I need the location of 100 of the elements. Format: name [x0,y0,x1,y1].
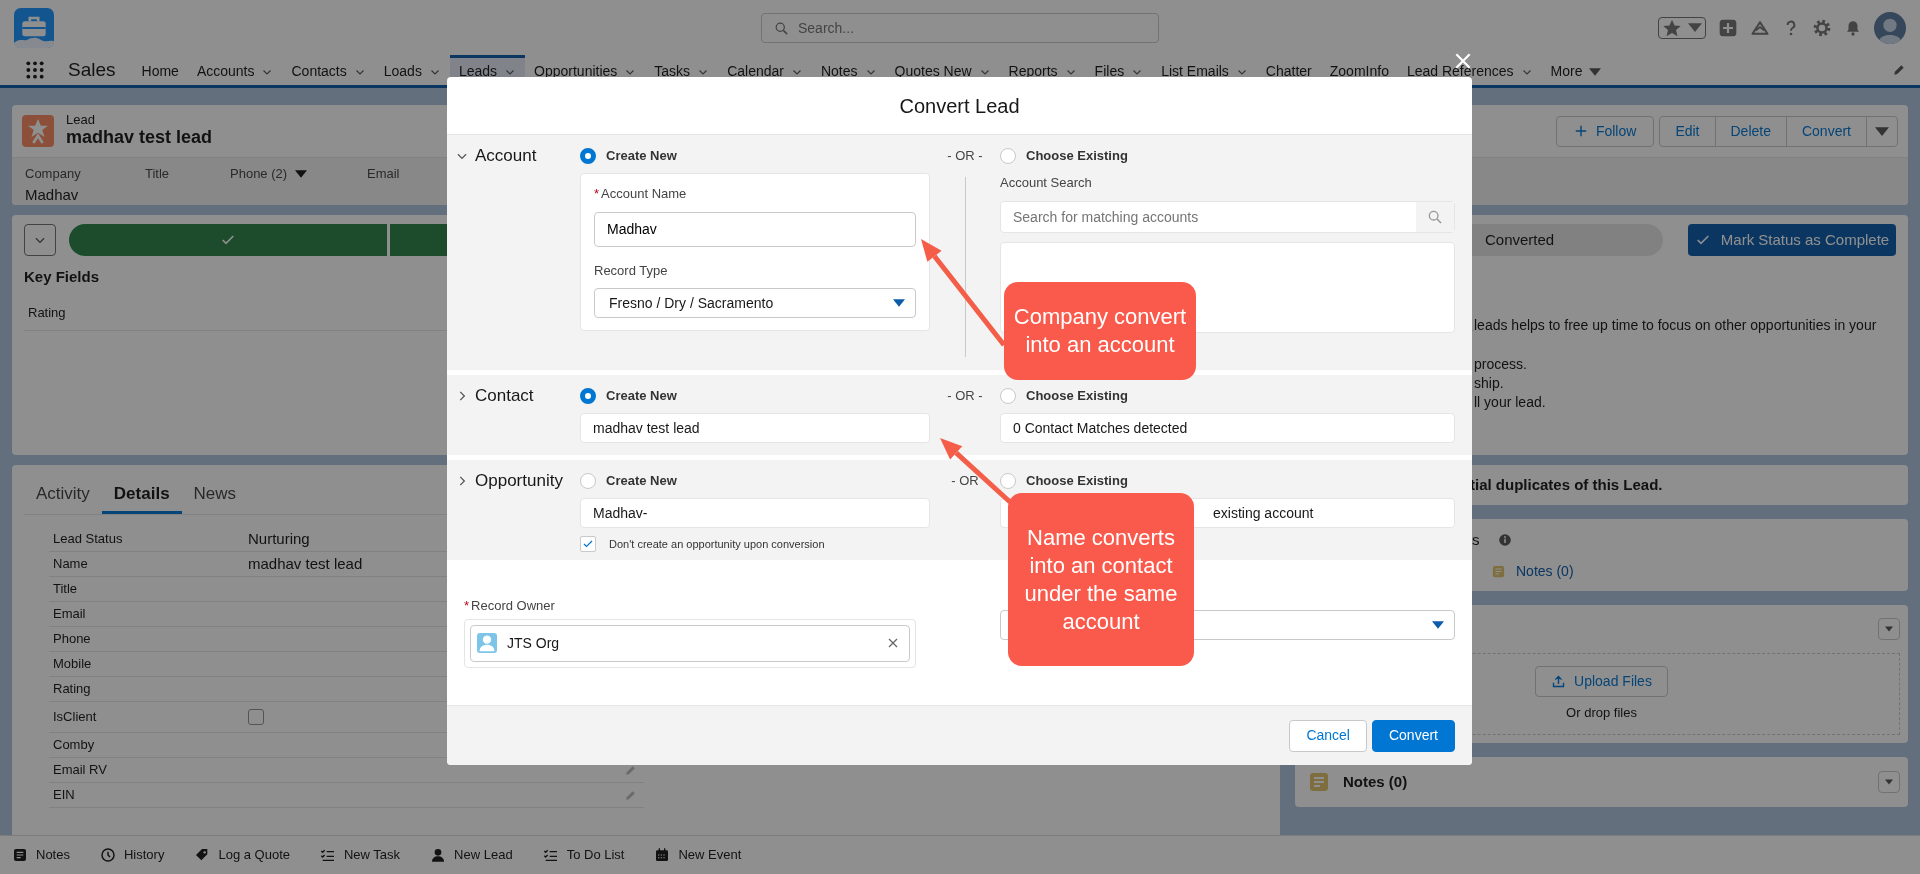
checkbox[interactable] [248,709,264,725]
caret-icon [1432,619,1444,631]
utility-item[interactable]: To Do List [538,845,637,865]
collapse-button[interactable] [24,224,56,256]
callout-arrow [940,438,1012,504]
global-search-field[interactable]: Search... [761,12,1159,43]
favorites-button[interactable] [1658,16,1706,39]
highlight-label: Company [25,165,81,183]
checklist-icon [542,847,559,863]
briefcase-logo-icon [14,7,54,48]
highlight-label: Title [145,165,170,183]
section-heading: Key Fields [24,267,100,287]
add-icon[interactable] [1718,17,1738,38]
record-type-select[interactable]: Fresno / Dry / Sacramento [594,288,916,318]
utility-item[interactable]: History [95,845,177,865]
record-title: madhav test lead [66,127,213,149]
field-label: Comby [53,736,96,755]
utility-item[interactable]: Notes [8,845,82,865]
section-title: Contact [475,385,534,408]
nav-tab[interactable]: Accounts [187,55,283,85]
nav-tab[interactable]: Home [132,55,188,85]
card-menu-button[interactable] [1878,771,1900,793]
nav-tab[interactable]: Loads [374,55,450,85]
or-separator: - OR - [947,147,983,165]
field-label: Record Owner [471,598,555,613]
radio-button[interactable] [1000,148,1016,164]
action-button[interactable]: Follow [1555,115,1655,147]
radio-label: Choose Existing [1026,387,1128,406]
radio-label: Create New [606,472,677,491]
caret-icon [1688,23,1702,32]
more-actions-button[interactable] [1866,115,1898,147]
clear-icon[interactable] [887,637,899,649]
edit-icon[interactable] [624,763,637,777]
lead-icon [22,115,54,147]
radio-button[interactable] [1000,473,1016,489]
caret-icon [1885,625,1893,633]
caret-icon [1875,126,1889,136]
app-name: Sales [68,57,116,82]
quick-link[interactable]: Notes (0) [1516,560,1574,582]
person-icon [430,847,447,863]
checklist-icon [320,847,336,863]
guidance-text: leads helps to free up time to focus on other opportunities in your [1474,316,1878,335]
checkbox-label: Don't create an opportunity upon conversion [609,537,825,552]
object-label: Lead [66,113,96,128]
note-icon [12,847,28,863]
card-heading: Notes (0) [1343,771,1408,792]
nav-tab[interactable]: Contacts [282,55,375,85]
guidance-text: ship. [1474,374,1505,393]
radio-button[interactable] [580,473,596,489]
avatar-icon[interactable] [1874,11,1906,44]
utility-item[interactable]: New Lead [426,845,525,865]
utility-item[interactable]: New Event [650,845,754,865]
field-label: Mobile [53,655,93,674]
nav-tab[interactable]: More [1541,55,1611,85]
upload-files-button[interactable]: Upload Files [1535,665,1668,697]
radio-button[interactable] [1000,388,1016,404]
account-name-field[interactable]: Madhav [594,211,916,247]
card-menu-button[interactable] [1878,618,1900,640]
card-heading: s [1472,530,1480,550]
drop-hint: Or drop files [1566,703,1637,722]
action-button[interactable]: Edit [1659,115,1716,147]
app-launcher-icon[interactable] [25,60,45,80]
clock-icon [99,847,116,863]
caret-icon [1885,778,1893,786]
detail-tab[interactable]: Activity [24,477,102,514]
record-owner-field[interactable]: JTS Org [470,624,910,662]
radio-label: Choose Existing [1026,147,1128,166]
detail-tab[interactable]: News [181,477,249,514]
mark-complete-button[interactable]: Mark Status as Complete [1688,224,1896,256]
field-label: Lead Status [53,530,124,549]
section-title: Opportunity [475,470,563,493]
opportunity-name-field[interactable]: Madhav- [580,498,930,528]
or-separator: - OR - [947,387,983,405]
field-label: Email RV [53,761,108,780]
action-button[interactable]: Convert [1785,115,1867,147]
required-mark: * [464,598,470,613]
note-icon [1307,770,1331,794]
user-icon [477,633,497,653]
utility-item[interactable]: New Task [316,845,413,865]
contact-name-field[interactable]: madhav test lead [580,413,930,443]
radio-button[interactable] [580,148,596,164]
existing-contact-field[interactable]: 0 Contact Matches detected [1000,413,1455,443]
convert-button[interactable]: Convert [1371,719,1455,752]
account-search-field[interactable]: Search for matching accounts [1000,200,1455,233]
search-icon [1416,201,1454,232]
field-label: Account Search [1000,174,1093,192]
checkbox[interactable] [580,536,596,553]
field-label: Name [53,555,89,574]
action-button[interactable]: Delete [1714,115,1787,147]
note-icon [1491,563,1506,579]
detail-tab[interactable]: Details [101,477,182,514]
section-title-link[interactable]: Account [475,143,537,169]
notifications-icon[interactable] [1844,18,1862,37]
caret-icon [893,297,905,309]
radio-button[interactable] [580,388,596,404]
field-label: Phone [53,630,92,649]
field-label: EIN [53,786,76,805]
utility-item[interactable]: Log a Quote [190,845,302,865]
cancel-button[interactable]: Cancel [1289,719,1367,752]
settings-icon[interactable] [1812,17,1832,38]
